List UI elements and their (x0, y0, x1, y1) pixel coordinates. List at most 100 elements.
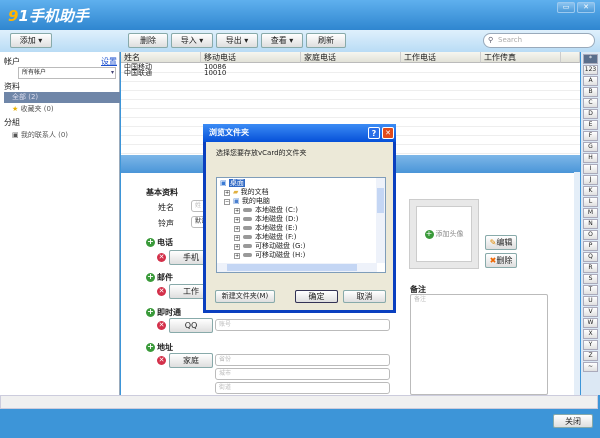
alphabet-index-button[interactable]: N (583, 219, 598, 229)
remove-icon[interactable]: ✕ (157, 253, 166, 262)
province-input[interactable]: 省份 (215, 354, 390, 366)
alphabet-index-button[interactable]: R (583, 263, 598, 273)
refresh-button[interactable]: 刷新 (306, 33, 346, 48)
import-button[interactable]: 导入 ▾ (171, 33, 213, 48)
dialog-close-button[interactable]: ✕ (382, 127, 394, 139)
account-select[interactable]: 所有帐户 ▾ (18, 67, 116, 79)
expand-icon[interactable]: + (234, 253, 240, 259)
column-header[interactable]: 工作电话 (401, 52, 481, 63)
expand-icon[interactable]: + (234, 217, 240, 223)
column-header[interactable]: 工作传真 (481, 52, 561, 63)
alphabet-index-button[interactable]: A (583, 76, 598, 86)
group-item-my-contacts[interactable]: ▣ 我的联系人 (0) (12, 130, 68, 140)
alphabet-index-button[interactable]: F (583, 131, 598, 141)
notes-textarea[interactable]: 备注 (410, 294, 548, 395)
alphabet-index-button[interactable]: G (583, 142, 598, 152)
help-button[interactable]: ? (368, 127, 380, 139)
ok-button[interactable]: 确定 (295, 290, 338, 303)
cancel-button[interactable]: 取消 (343, 290, 386, 303)
edit-avatar-button[interactable]: ✎编辑 (485, 235, 517, 250)
folder-tree-item[interactable]: + 本地磁盘 (E:) (220, 224, 375, 233)
close-button[interactable]: 关闭 (553, 414, 593, 428)
alphabet-index-button[interactable]: S (583, 274, 598, 284)
add-phone-icon[interactable]: + (146, 238, 155, 247)
settings-link[interactable]: 设置 (101, 56, 117, 67)
column-header[interactable]: 姓名 (121, 52, 201, 63)
alphabet-index-button[interactable]: T (583, 285, 598, 295)
alphabet-index-button[interactable]: Y (583, 340, 598, 350)
alphabet-index-button[interactable]: M (583, 208, 598, 218)
alphabet-index-button[interactable]: W (583, 318, 598, 328)
minimize-button[interactable]: ▭ (557, 2, 575, 13)
alphabet-index-button[interactable]: O (583, 230, 598, 240)
folder-tree-item[interactable]: ▣ 桌面 (220, 179, 375, 188)
sidebar-item-all[interactable]: 全部 (2) (4, 92, 120, 103)
expand-icon[interactable]: + (234, 244, 240, 250)
close-window-button[interactable]: ✕ (577, 2, 595, 13)
alphabet-index-button[interactable]: C (583, 98, 598, 108)
column-header[interactable]: 家庭电话 (301, 52, 401, 63)
drive-icon (243, 217, 252, 221)
add-email-icon[interactable]: + (146, 273, 155, 282)
tree-vertical-scrollbar[interactable] (376, 178, 385, 263)
folder-tree-item[interactable]: + 本地磁盘 (C:) (220, 206, 375, 215)
phone-heading: 电话 (157, 238, 173, 247)
address-type-button[interactable]: 家庭 (169, 353, 213, 368)
street-input[interactable]: 街道 (215, 382, 390, 394)
delete-avatar-button[interactable]: ✖删除 (485, 253, 517, 268)
alphabet-index-button[interactable]: H (583, 153, 598, 163)
im-type-button[interactable]: QQ (169, 318, 213, 333)
remove-icon[interactable]: ✕ (157, 356, 166, 365)
add-address-icon[interactable]: + (146, 343, 155, 352)
folder-tree-item[interactable]: + 可移动磁盘 (G:) (220, 242, 375, 251)
search-input[interactable]: ⚲ Search (483, 33, 595, 48)
folder-tree-item[interactable]: + ▰ 我的文档 (220, 188, 375, 197)
expand-icon[interactable]: + (234, 208, 240, 214)
tree-horizontal-scrollbar[interactable] (217, 263, 377, 272)
expand-icon[interactable]: + (234, 235, 240, 241)
name-label: 姓名 (158, 203, 174, 212)
alphabet-index-button[interactable]: U (583, 296, 598, 306)
alphabet-index-button[interactable]: B (583, 87, 598, 97)
delete-button[interactable]: 删除 (128, 33, 168, 48)
alphabet-index-button[interactable]: I (583, 164, 598, 174)
alphabet-index-button[interactable]: X (583, 329, 598, 339)
alphabet-index-button[interactable]: L (583, 197, 598, 207)
remove-icon[interactable]: ✕ (157, 287, 166, 296)
folder-tree-item[interactable]: + 可移动磁盘 (H:) (220, 251, 375, 260)
folder-tree-item[interactable]: + 本地磁盘 (F:) (220, 233, 375, 242)
alphabet-index-button[interactable]: V (583, 307, 598, 317)
alphabet-index-button[interactable]: 123 (583, 65, 598, 75)
folder-tree[interactable]: ▣ 桌面 + ▰ 我的文档 − ▣ 我的电脑 + 本地磁盘 (C:) + 本地磁盘 (D:) + 本… (216, 177, 386, 273)
view-button[interactable]: 查看 ▾ (261, 33, 303, 48)
alphabet-index-button[interactable]: * (583, 54, 598, 64)
table-row-phones[interactable]: 10086 10010 (204, 64, 226, 77)
sidebar-item-favorites[interactable]: ★ 收藏夹 (0) (12, 104, 54, 114)
expand-icon[interactable]: − (224, 199, 230, 205)
alphabet-index-button[interactable]: E (583, 120, 598, 130)
folder-tree-item[interactable]: − ▣ 我的电脑 (220, 197, 375, 206)
column-header[interactable]: 移动电话 (201, 52, 301, 63)
alphabet-index-button[interactable]: P (583, 241, 598, 251)
new-folder-button[interactable]: 新建文件夹(M) (215, 290, 275, 303)
im-account-input[interactable]: 账号 (215, 319, 390, 331)
alphabet-index-button[interactable]: ~ (583, 362, 598, 372)
add-im-icon[interactable]: + (146, 308, 155, 317)
add-button[interactable]: 添加 ▾ (10, 33, 52, 48)
alphabet-index-button[interactable]: K (583, 186, 598, 196)
remove-icon[interactable]: ✕ (157, 321, 166, 330)
alphabet-index-button[interactable]: D (583, 109, 598, 119)
alphabet-index-button[interactable]: Z (583, 351, 598, 361)
alphabet-index-button[interactable]: J (583, 175, 598, 185)
detail-scrollbar[interactable] (574, 172, 580, 395)
folder-tree-item[interactable]: + 本地磁盘 (D:) (220, 215, 375, 224)
expand-icon[interactable]: + (234, 226, 240, 232)
city-input[interactable]: 城市 (215, 368, 390, 380)
table-row[interactable]: 中国移动 中国联通 (124, 64, 152, 77)
add-avatar-button[interactable]: + 添加头像 (416, 206, 472, 262)
alphabet-index-button[interactable]: Q (583, 252, 598, 262)
drive-icon (243, 226, 252, 230)
export-button[interactable]: 导出 ▾ (216, 33, 258, 48)
expand-icon[interactable]: + (224, 190, 230, 196)
drive-icon (243, 235, 252, 239)
